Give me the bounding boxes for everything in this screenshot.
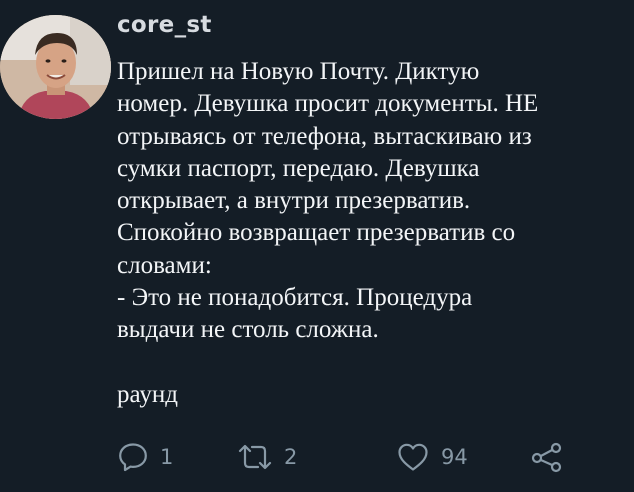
post-card: core_st Пришел на Новую Почту. Диктую но… (0, 0, 634, 492)
reply-button[interactable]: 1 (117, 437, 173, 477)
reply-icon (119, 443, 147, 472)
retweet-icon (238, 444, 272, 470)
action-bar: 1 2 94 (117, 437, 617, 477)
share-button[interactable] (530, 437, 564, 477)
post-text: Пришел на Новую Почту. Диктую номер. Дев… (117, 58, 539, 408)
like-count: 94 (441, 445, 468, 469)
retweet-button[interactable]: 2 (237, 437, 297, 477)
username[interactable]: core_st (117, 12, 212, 38)
avatar[interactable] (0, 15, 111, 119)
reply-count: 1 (160, 445, 174, 469)
heart-icon (398, 443, 428, 471)
avatar-image (0, 15, 111, 119)
like-button[interactable]: 94 (396, 437, 468, 477)
retweet-count: 2 (284, 445, 298, 469)
share-icon (531, 442, 562, 473)
